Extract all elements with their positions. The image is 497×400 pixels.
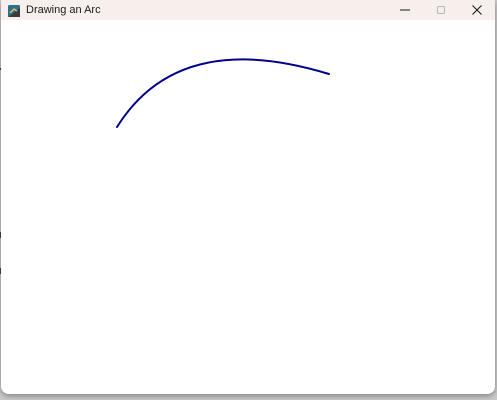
window-title: Drawing an Arc bbox=[26, 4, 101, 16]
app-window: Drawing an Arc bbox=[1, 0, 495, 394]
close-icon bbox=[472, 5, 482, 15]
arc-stroke bbox=[116, 58, 330, 128]
title-bar[interactable]: Drawing an Arc bbox=[1, 0, 495, 20]
minimize-icon bbox=[400, 9, 410, 11]
minimize-button[interactable] bbox=[387, 0, 423, 20]
canvas-surface bbox=[116, 58, 330, 128]
maximize-button[interactable] bbox=[423, 0, 459, 20]
app-icon bbox=[8, 4, 20, 17]
drawing-canvas bbox=[1, 20, 495, 394]
maximize-icon bbox=[437, 6, 445, 14]
close-button[interactable] bbox=[459, 0, 495, 20]
window-controls bbox=[387, 0, 495, 20]
